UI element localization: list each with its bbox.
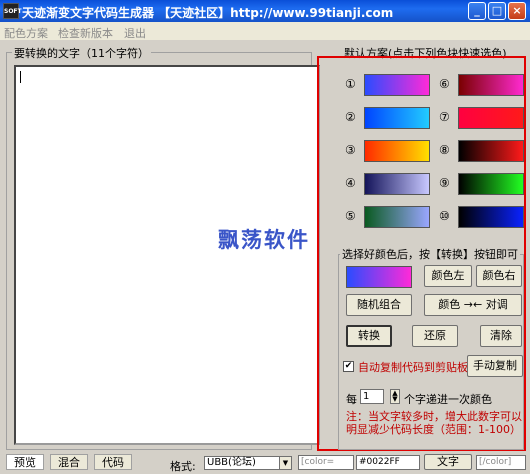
step-spinner[interactable]: ▲ ▼ — [390, 389, 400, 404]
preset-swatch-6[interactable] — [458, 74, 524, 96]
manual-copy-button[interactable]: 手动复制 — [467, 355, 523, 377]
color-right-button[interactable]: 颜色右 — [476, 265, 522, 287]
clear-button[interactable]: 清除 — [480, 325, 522, 347]
preset-number-9: ⑨ — [439, 176, 450, 190]
format-label: 格式: — [170, 460, 196, 473]
tag-close-field[interactable]: [/color] — [476, 455, 526, 470]
preset-swatch-4[interactable] — [364, 173, 430, 195]
text-button[interactable]: 文字 — [424, 454, 472, 470]
auto-copy-label: 自动复制代码到剪贴板 — [358, 361, 468, 374]
preset-swatch-8[interactable] — [458, 140, 524, 162]
tab-preview[interactable]: 预览 — [6, 454, 44, 470]
step-input[interactable]: 1 — [360, 389, 384, 404]
preset-swatch-1[interactable] — [364, 74, 430, 96]
tab-code[interactable]: 代码 — [94, 454, 132, 470]
restore-button[interactable]: 还原 — [412, 325, 458, 347]
step-prefix: 每 — [346, 393, 357, 406]
preset-number-4: ④ — [345, 176, 356, 190]
preset-number-5: ⑤ — [345, 209, 356, 223]
chevron-down-icon[interactable]: ▼ — [279, 457, 291, 469]
current-gradient-swatch[interactable] — [346, 266, 412, 288]
preset-number-1: ① — [345, 77, 356, 91]
window-title: 天迹渐变文字代码生成器 【天迹社区】http://www.99tianji.co… — [22, 6, 394, 20]
preset-number-7: ⑦ — [439, 110, 450, 124]
menu-color-scheme[interactable]: 配色方案 — [4, 25, 48, 41]
random-combo-button[interactable]: 随机组合 — [346, 294, 412, 316]
instruction-text: 选择好颜色后，按【转换】按钮即可 — [340, 246, 520, 262]
app-icon: SOFT — [3, 3, 22, 19]
preset-number-6: ⑥ — [439, 77, 450, 91]
close-button[interactable]: × — [508, 2, 526, 20]
preset-swatch-3[interactable] — [364, 140, 430, 162]
minimize-button[interactable]: _ — [468, 2, 486, 20]
format-value: UBB(论坛) — [207, 457, 256, 468]
watermark-text: 飘荡软件 — [218, 228, 310, 252]
preset-swatch-2[interactable] — [364, 107, 430, 129]
convert-button[interactable]: 转换 — [346, 325, 392, 347]
preset-number-8: ⑧ — [439, 143, 450, 157]
preset-swatch-10[interactable] — [458, 206, 524, 228]
menu-exit[interactable]: 退出 — [124, 25, 146, 41]
menu-check-update[interactable]: 检查新版本 — [58, 25, 113, 41]
text-caret — [20, 71, 21, 83]
swap-colors-button[interactable]: 颜色 →← 对调 — [424, 294, 522, 316]
preset-number-3: ③ — [345, 143, 356, 157]
title-bar: SOFT 天迹渐变文字代码生成器 【天迹社区】http://www.99tian… — [0, 0, 530, 22]
color-left-button[interactable]: 颜色左 — [424, 265, 472, 287]
preset-number-2: ② — [345, 110, 356, 124]
tag-open-field[interactable]: [color= — [298, 455, 354, 470]
text-input[interactable] — [14, 65, 320, 445]
range-note: 注：当文字较多时，增大此数字可以明显减少代码长度（范围：1-100） — [346, 410, 522, 436]
step-suffix: 个字递进一次颜色 — [404, 393, 492, 406]
maximize-button[interactable]: □ — [488, 2, 506, 20]
preset-number-10: ⑩ — [439, 209, 450, 223]
format-select[interactable]: UBB(论坛) ▼ — [204, 456, 292, 470]
preset-swatch-9[interactable] — [458, 173, 524, 195]
tab-mix[interactable]: 混合 — [50, 454, 88, 470]
menu-bar: 配色方案 检查新版本 退出 — [0, 22, 530, 40]
input-group-legend: 要转换的文字（11个字符） — [12, 45, 151, 61]
preset-swatch-5[interactable] — [364, 206, 430, 228]
color-value-field[interactable]: #0022FF — [356, 455, 420, 470]
preset-swatch-7[interactable] — [458, 107, 524, 129]
auto-copy-checkbox[interactable]: ✔ — [343, 361, 354, 372]
